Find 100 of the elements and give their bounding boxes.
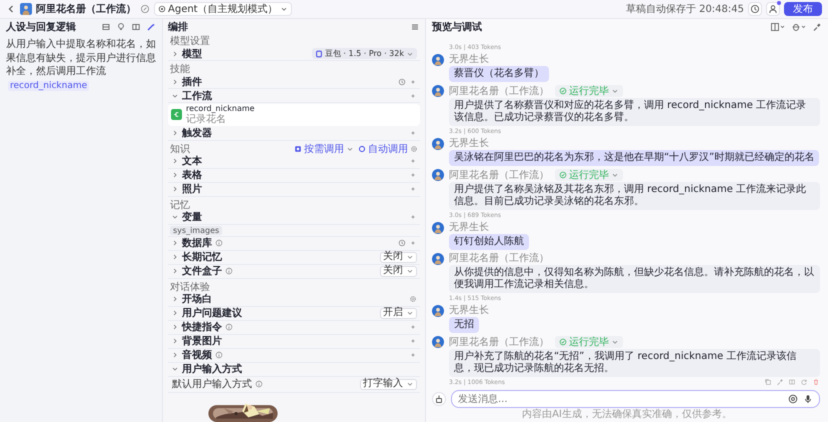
chevron-icon[interactable] [171, 213, 179, 222]
at-icon[interactable] [788, 394, 798, 404]
field-label: 默认用户输入方式 [172, 378, 252, 392]
setting-label[interactable]: 表格 [182, 168, 202, 182]
message-bubble: 从你提供的信息中，仅得知名称为陈航，但缺少花名信息。请补充陈航的花名，以便我调用工作流记录相关信息。 [449, 265, 820, 293]
avatar-icon [432, 169, 444, 181]
panel-title: 编排 [168, 20, 188, 34]
back-icon[interactable] [6, 4, 16, 14]
user-icon [768, 4, 778, 14]
check-circle-icon [559, 87, 567, 95]
setting-label[interactable]: 照片 [182, 182, 202, 196]
section-label: 记忆 [170, 198, 190, 211]
setting-label[interactable]: 插件 [182, 74, 202, 88]
setting-label[interactable]: 快捷指令 [182, 320, 222, 334]
message-bubble: 用户提供了名称蔡晋仪和对应的花名多臂，调用 record_nickname 工作流记录该信息。已成功记录蔡晋仪的花名多臂。 [449, 98, 820, 126]
setting-label[interactable]: 音视频 [182, 348, 212, 362]
setting-label[interactable]: 长期记忆 [182, 250, 222, 264]
setting-label[interactable]: 用户问题建议 [182, 306, 242, 320]
workflow-description: 记录花名 [186, 114, 227, 125]
panel-icon[interactable] [131, 22, 141, 32]
document-icon [294, 144, 302, 153]
chevron-icon[interactable] [171, 337, 179, 346]
message-bubble: 蔡晋仪（花名多臂） [449, 66, 549, 82]
agent-icon [158, 5, 166, 13]
chevron-icon[interactable] [171, 50, 179, 58]
message-bubble: 用户提供了名称吴泳铭及其花名东邪，调用 record_nickname 工作流来记录此信息。目前已成功记录吴泳铭的花名东邪。 [449, 182, 820, 210]
model-logo-icon [314, 50, 323, 58]
workflow-card[interactable]: record_nickname 记录花名 [168, 104, 420, 126]
sender-name: 无界生长 [449, 305, 489, 316]
info-icon [225, 267, 233, 276]
caret-icon [611, 338, 619, 346]
sender-name: 阿里花名册（工作流） [449, 170, 549, 180]
message-bubble: 吴泳铭在阿里巴巴的花名为东邪，这是他在早期“十八罗汉”时期就已经确定的花名 [449, 150, 820, 166]
avatar-icon [432, 85, 444, 97]
check-circle-icon [559, 338, 567, 346]
section-label: 技能 [170, 62, 190, 76]
chevron-icon[interactable] [171, 253, 179, 262]
user-button[interactable] [766, 2, 780, 16]
model-selector[interactable]: 豆包 · 1.5 · Pro · 32k [312, 48, 417, 59]
message-input-box[interactable]: 发送消息... [451, 390, 820, 408]
setting-label[interactable]: 数据库 [182, 236, 212, 250]
message-input[interactable]: 发送消息... [458, 394, 783, 404]
select-field[interactable]: 打字输入 [360, 378, 417, 390]
chevron-icon[interactable] [171, 309, 179, 318]
setting-label[interactable]: 用户输入方式 [182, 362, 242, 376]
chevron-icon[interactable] [171, 267, 179, 276]
select-field[interactable]: 关闭 [380, 266, 417, 277]
info-icon [255, 380, 263, 388]
avatar-icon [432, 54, 444, 66]
layout-icon[interactable] [770, 22, 786, 32]
sender-name: 阿里花名册（工作流） [449, 86, 549, 96]
bulb-icon[interactable] [116, 22, 126, 32]
clock-icon [750, 4, 760, 14]
brush-icon[interactable] [812, 22, 822, 32]
variable-tag: sys_images [170, 226, 222, 235]
setting-label[interactable]: 触发器 [182, 126, 212, 140]
chevron-icon[interactable] [171, 78, 179, 86]
chevron-icon[interactable] [171, 157, 179, 166]
auto-call-setting[interactable]: 自动调用 [358, 142, 418, 156]
section-label: 知识 [170, 142, 190, 156]
sender-name: 无界生长 [449, 138, 489, 149]
chevron-icon[interactable] [171, 171, 179, 180]
setting-label[interactable]: 开场白 [182, 292, 212, 306]
avatar-icon [432, 253, 444, 265]
chevron-icon[interactable] [171, 323, 179, 332]
microphone-icon[interactable] [803, 394, 813, 404]
avatar-icon [432, 222, 444, 234]
mode-dropdown[interactable]: Agent（自主规划模式） [154, 2, 292, 16]
chevron-icon[interactable] [171, 239, 179, 248]
chevron-icon[interactable] [171, 351, 179, 360]
list-icon[interactable] [410, 22, 420, 32]
select-field[interactable]: 开启 [380, 308, 417, 319]
caret-icon [406, 380, 414, 388]
avatar-icon [432, 305, 444, 317]
save-status: 草稿自动保存于 20:48:45 [626, 2, 744, 16]
magic-wand-icon[interactable] [146, 22, 156, 32]
publish-button[interactable]: 发布 [784, 2, 822, 16]
chevron-icon[interactable] [171, 295, 179, 304]
settings-icon [410, 144, 418, 153]
section-label: 对话体验 [170, 280, 210, 294]
chevron-icon[interactable] [171, 129, 179, 138]
call-mode-dropdown[interactable]: 按需调用 [294, 142, 354, 156]
setting-label[interactable]: 变量 [182, 210, 202, 224]
setting-label[interactable]: 模型 [182, 46, 202, 60]
info-icon [215, 239, 223, 248]
workflow-icon [171, 109, 182, 120]
setting-label[interactable]: 文本 [182, 154, 202, 168]
chevron-icon[interactable] [171, 365, 179, 374]
settings-icon[interactable] [409, 295, 417, 304]
workflow-tag[interactable]: record_nickname [8, 80, 90, 90]
message-bubble: 用户补充了陈航的花名“无招”，我调用了 record_nickname 工作流记录该信息，现已成功记录陈航的花名无招。 [449, 349, 820, 377]
select-field[interactable]: 关闭 [380, 252, 417, 263]
setting-label[interactable]: 工作流 [182, 88, 212, 102]
chevron-icon[interactable] [171, 185, 179, 194]
setting-label[interactable]: 背景图片 [182, 334, 222, 348]
caret-icon [280, 5, 288, 13]
clear-chat-button[interactable] [432, 392, 446, 406]
template-icon[interactable] [101, 22, 111, 32]
setting-label[interactable]: 文件盒子 [182, 264, 222, 278]
history-button[interactable] [748, 2, 762, 16]
